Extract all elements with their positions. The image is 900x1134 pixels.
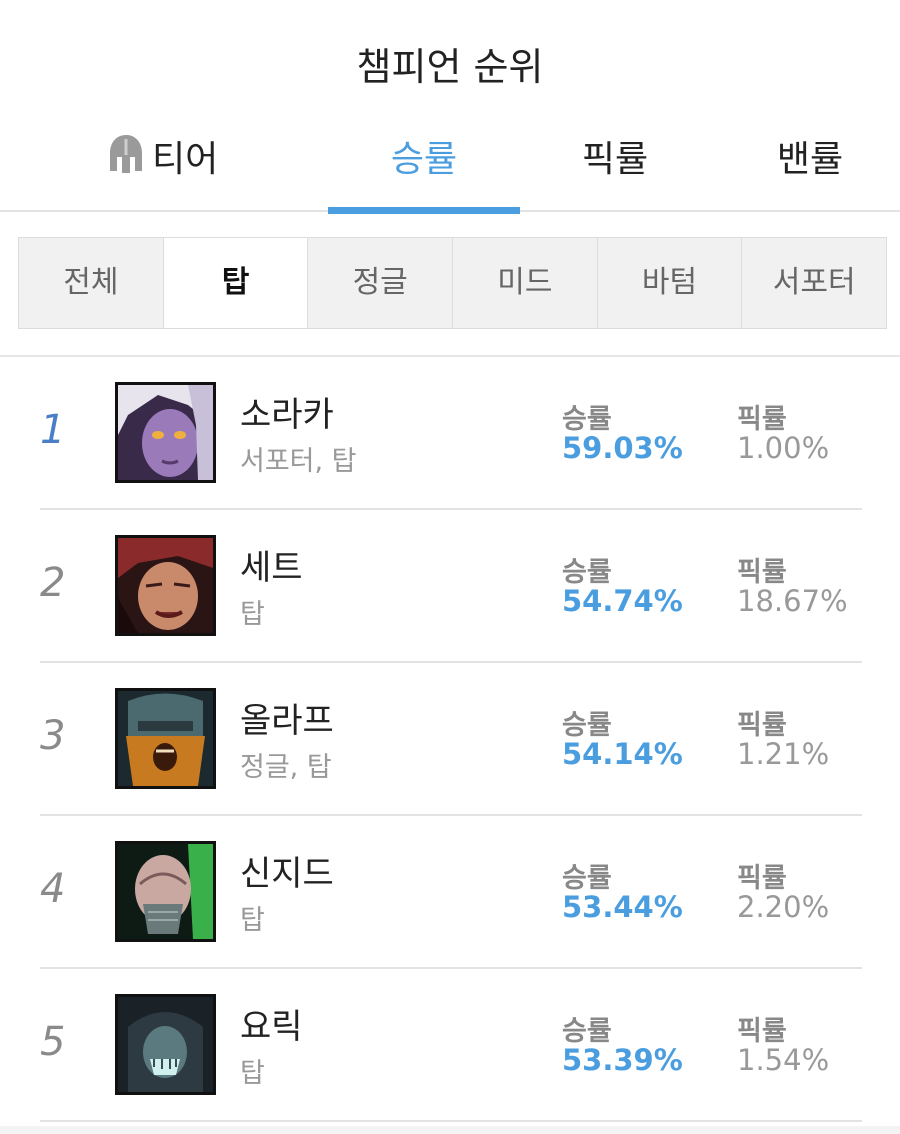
rank-number: 3: [40, 713, 66, 759]
pick-rate-value: 1.21%: [737, 737, 830, 771]
champion-positions: 서포터, 탑: [240, 446, 357, 477]
champion-positions: 정글, 탑: [240, 752, 332, 783]
page-title: 챔피언 순위: [356, 45, 544, 89]
tab-tier-label: 티어: [152, 139, 219, 180]
champion-positions: 탑: [240, 1058, 265, 1089]
champion-portrait: [115, 994, 216, 1095]
champion-row[interactable]: 3 올라프 정글, 탑 승률 54.14% 픽률 1.21%: [0, 663, 900, 816]
tab-ban-rate[interactable]: 밴률: [740, 130, 880, 212]
position-tab-jungle[interactable]: 정글: [308, 238, 454, 328]
champion-name: 요릭: [240, 1007, 303, 1047]
champion-portrait: [115, 688, 216, 789]
rank-number: 2: [40, 560, 66, 606]
champion-row[interactable]: 2 세트 탑 승률 54.74% 픽률 18.67%: [0, 510, 900, 663]
tab-ban-rate-label: 밴률: [776, 139, 844, 180]
position-filter-bar: 전체 탑 정글 미드 바텀 서포터: [18, 237, 887, 329]
champion-row[interactable]: 4 신지드 탑 승률 53.44% 픽률 2.20%: [0, 816, 900, 969]
rank-number: 5: [40, 1019, 66, 1065]
position-tab-bottom[interactable]: 바텀: [598, 238, 743, 328]
active-tab-indicator: [328, 207, 520, 214]
pick-rate-value: 18.67%: [737, 584, 848, 618]
tab-win-rate-label: 승률: [390, 139, 458, 180]
tab-pick-rate[interactable]: 픽률: [545, 130, 685, 212]
rank-number: 1: [40, 407, 66, 453]
rank-number: 4: [40, 866, 66, 912]
helmet-icon: [108, 133, 144, 184]
win-rate-value: 53.44%: [562, 890, 683, 924]
tab-pick-rate-label: 픽률: [581, 139, 649, 180]
position-tab-all[interactable]: 전체: [19, 238, 164, 328]
champion-positions: 탑: [240, 599, 265, 630]
pick-rate-value: 1.00%: [737, 431, 830, 465]
bottom-edge: [0, 1126, 900, 1134]
champion-portrait: [115, 535, 216, 636]
champion-positions: 탑: [240, 905, 265, 936]
tab-tier[interactable]: 티어: [108, 130, 278, 212]
win-rate-value: 54.14%: [562, 737, 683, 771]
champion-portrait: [115, 841, 216, 942]
position-tab-top[interactable]: 탑: [163, 238, 309, 328]
tab-win-rate[interactable]: 승률: [328, 130, 520, 214]
champion-name: 신지드: [240, 854, 334, 894]
champion-portrait: [115, 382, 216, 483]
position-tab-support[interactable]: 서포터: [742, 238, 886, 328]
champion-row[interactable]: 1 소라카 서포터, 탑 승률 59.03% 픽률 1.00%: [0, 357, 900, 510]
win-rate-value: 54.74%: [562, 584, 683, 618]
pick-rate-value: 1.54%: [737, 1043, 830, 1077]
win-rate-value: 53.39%: [562, 1043, 683, 1077]
champion-list: 1 소라카 서포터, 탑 승률 59.03% 픽률 1.00% 2 세트 탑 승…: [0, 357, 900, 1122]
champion-name: 올라프: [240, 701, 334, 741]
win-rate-value: 59.03%: [562, 431, 683, 465]
pick-rate-value: 2.20%: [737, 890, 830, 924]
champion-row[interactable]: 5 요릭 탑 승률 53.39% 픽률 1.54%: [0, 969, 900, 1122]
champion-name: 소라카: [240, 395, 334, 435]
position-tab-mid[interactable]: 미드: [453, 238, 598, 328]
main-tab-bar: 티어 승률 픽률 밴률: [0, 118, 900, 214]
row-divider: [40, 1120, 862, 1122]
champion-name: 세트: [240, 548, 303, 588]
